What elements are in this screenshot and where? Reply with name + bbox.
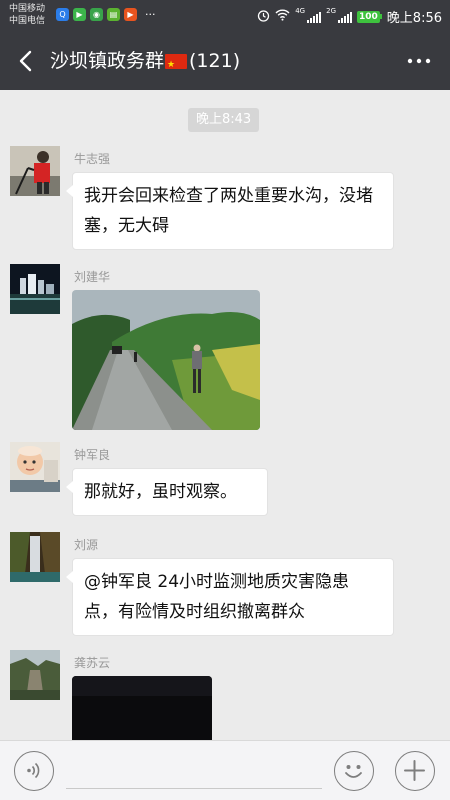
message-list[interactable]: 晚上8:43 牛志强 我开会回来检查了两处重要水沟，没堵塞，无大碍 刘建华 钟军…: [0, 90, 450, 740]
browser-icon: ◉: [90, 8, 103, 21]
avatar[interactable]: [10, 146, 60, 196]
sender-name: 刘源: [74, 538, 99, 552]
more-notifications-icon: ···: [145, 8, 156, 21]
signal-icon: [307, 11, 322, 23]
notification-icons: Q ▶ ◉ ▤ ▶ ···: [56, 8, 156, 21]
chat-header: 沙坝镇政务群 (121): [0, 32, 450, 90]
avatar[interactable]: [10, 650, 60, 700]
video-app-icon: ▶: [124, 8, 137, 21]
voice-icon: [27, 762, 40, 779]
time-divider: 晚上8:43: [188, 108, 260, 132]
message-bubble[interactable]: 我开会回来检查了两处重要水沟，没堵塞，无大碍: [66, 172, 394, 250]
plus-icon: [404, 760, 425, 781]
message-text: 我开会回来检查了两处重要水沟，没堵塞，无大碍: [84, 186, 373, 236]
sender-name: 牛志强: [74, 152, 111, 166]
member-count: (121): [189, 50, 241, 72]
voice-input-button[interactable]: [14, 751, 54, 791]
battery-icon: 100: [357, 10, 382, 23]
message-item: 牛志强 我开会回来检查了两处重要水沟，没堵塞，无大碍: [10, 146, 440, 256]
clock: 晚上8:56: [386, 11, 442, 26]
china-flag-icon: [165, 52, 188, 78]
message-image[interactable]: [72, 676, 212, 740]
carrier-1: 中国移动: [9, 4, 46, 14]
back-arrow-icon[interactable]: [14, 48, 40, 74]
message-text: 那就好，虽时观察。: [84, 482, 237, 502]
message-bubble[interactable]: 那就好，虽时观察。: [66, 468, 268, 516]
message-item: 刘源 @钟军良 24小时监测地质灾害隐患点，有险情及时组织撤离群众: [10, 532, 440, 647]
smiley-icon: [345, 765, 362, 778]
avatar[interactable]: [10, 442, 60, 492]
system-status: 4G 2G 100 晚上8:56: [257, 7, 442, 26]
qq-icon: Q: [56, 8, 69, 21]
message-input[interactable]: [66, 753, 322, 789]
app-store-icon: ▤: [107, 8, 120, 21]
more-functions-button[interactable]: [395, 751, 435, 791]
network-4g-label: 4G: [295, 7, 306, 15]
alarm-icon: [257, 9, 270, 25]
status-bar: 中国移动 中国电信 Q ▶ ◉ ▤ ▶ ··· 4G 2G 100 晚上8:56: [0, 0, 450, 32]
more-options-icon[interactable]: [406, 50, 432, 72]
chat-title: 沙坝镇政务群 (121): [50, 48, 241, 78]
avatar[interactable]: [10, 264, 60, 314]
message-bubble[interactable]: @钟军良 24小时监测地质灾害隐患点，有险情及时组织撤离群众: [66, 558, 394, 636]
signal-icon: [338, 11, 352, 23]
sender-name: 钟军良: [74, 448, 111, 462]
battery-level: 100: [357, 10, 380, 23]
message-image[interactable]: [72, 290, 260, 430]
carrier-info: 中国移动 中国电信: [9, 3, 45, 27]
message-item: 刘建华: [10, 264, 440, 434]
message-text: @钟军良 24小时监测地质灾害隐患点，有险情及时组织撤离群众: [84, 572, 350, 622]
message-item: 龚苏云: [10, 650, 440, 740]
carrier-2: 中国电信: [9, 16, 46, 26]
sender-name: 龚苏云: [74, 656, 111, 670]
message-item: 钟军良 那就好，虽时观察。: [10, 442, 440, 522]
input-bar: [0, 740, 450, 800]
wifi-icon: [275, 9, 290, 24]
network-2g-label: 2G: [326, 7, 336, 15]
group-name: 沙坝镇政务群: [50, 50, 165, 72]
avatar[interactable]: [10, 532, 60, 582]
sender-name: 刘建华: [74, 270, 111, 284]
emoji-button[interactable]: [334, 751, 374, 791]
play-app-icon: ▶: [73, 8, 86, 21]
